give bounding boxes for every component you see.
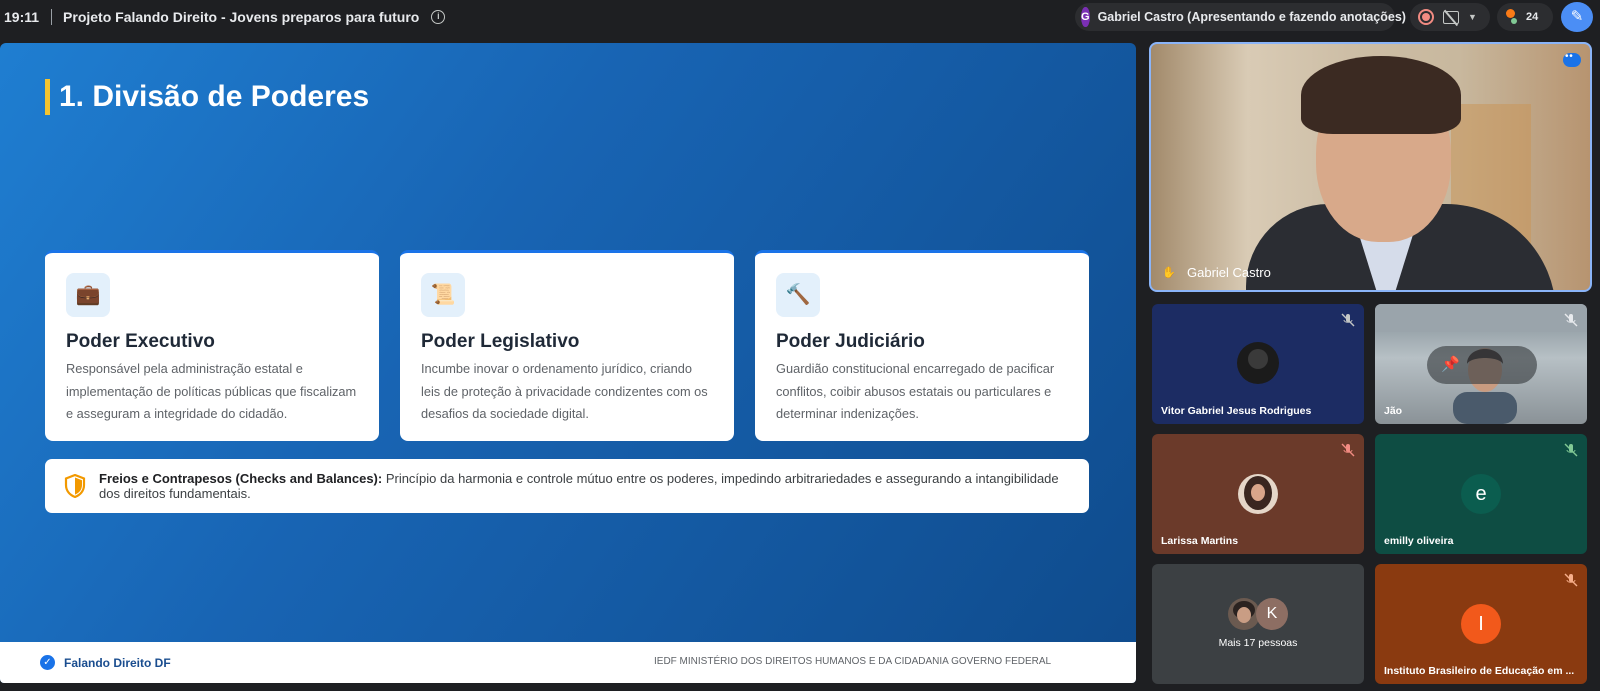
mic-off-icon bbox=[1564, 313, 1578, 327]
info-icon[interactable]: i bbox=[431, 10, 446, 24]
check-circle-icon: ✓ bbox=[40, 655, 55, 670]
presentation-slide: 1. Divisão de Poderes 💼 Poder Executivo … bbox=[0, 43, 1136, 683]
card-title: Poder Legislativo bbox=[421, 331, 580, 352]
meeting-title: Projeto Falando Direito - Jovens preparo… bbox=[63, 9, 420, 25]
card-text: Responsável pela administração estatal e… bbox=[66, 361, 357, 421]
speaker-video-tile[interactable]: ✋ Gabriel Castro bbox=[1149, 42, 1592, 292]
participant-name: Gabriel Castro bbox=[1187, 265, 1271, 280]
presenter-label: Gabriel Castro (Apresentando e fazendo a… bbox=[1097, 10, 1406, 24]
record-icon[interactable] bbox=[1418, 9, 1434, 25]
clock: 19:11 bbox=[4, 9, 40, 25]
participant-name: Mais 17 pessoas bbox=[1218, 637, 1298, 649]
footer-brand: Falando Direito DF bbox=[64, 655, 171, 670]
speaker-hair bbox=[1301, 56, 1461, 134]
card-text: Incumbe inovar o ordenamento jurídico, c… bbox=[421, 361, 708, 421]
avatar: e bbox=[1461, 474, 1501, 514]
presenter-avatar: G bbox=[1081, 7, 1090, 27]
camera-off-icon[interactable] bbox=[1443, 10, 1459, 24]
recording-controls[interactable]: ▼ bbox=[1410, 3, 1490, 31]
slide-footer: ✓ Falando Direito DF IEDF MINISTÉRIO DOS… bbox=[0, 642, 1136, 683]
checks-and-balances-box: Freios e Contrapesos (Checks and Balance… bbox=[45, 459, 1089, 513]
scroll-icon: 📜 bbox=[421, 273, 465, 317]
participant-tile[interactable]: Vitor Gabriel Jesus Rodrigues bbox=[1152, 304, 1364, 424]
chevron-down-icon[interactable]: ▼ bbox=[1468, 12, 1477, 22]
hand-icon: ✋ bbox=[1162, 267, 1176, 279]
card-title: Poder Executivo bbox=[66, 331, 215, 352]
presenter-indicator[interactable]: G Gabriel Castro (Apresentando e fazendo… bbox=[1075, 3, 1406, 31]
speaking-indicator-icon bbox=[1563, 51, 1581, 67]
divider bbox=[51, 9, 53, 25]
mic-off-icon bbox=[1341, 313, 1355, 327]
card-text: Guardião constitucional encarregado de p… bbox=[776, 361, 1055, 421]
briefcase-icon: 💼 bbox=[66, 273, 110, 317]
shield-icon bbox=[64, 474, 86, 498]
people-icon bbox=[1505, 9, 1519, 25]
checks-title: Freios e Contrapesos (Checks and Balance… bbox=[99, 471, 383, 486]
card-poder-executivo: 💼 Poder Executivo Responsável pela admin… bbox=[45, 250, 379, 441]
annotation-pen-button[interactable]: ✎ bbox=[1561, 2, 1593, 32]
pin-overlay[interactable]: 📌 bbox=[1427, 346, 1537, 384]
participant-name: Jão bbox=[1384, 405, 1403, 417]
participant-name: Vitor Gabriel Jesus Rodrigues bbox=[1161, 405, 1312, 417]
avatar: K bbox=[1256, 598, 1288, 630]
gavel-icon: 🔨 bbox=[776, 273, 820, 317]
participant-tile[interactable]: I Instituto Brasileiro de Educação em ..… bbox=[1375, 564, 1587, 684]
card-poder-judiciario: 🔨 Poder Judiciário Guardião constitucion… bbox=[755, 250, 1089, 441]
card-poder-legislativo: 📜 Poder Legislativo Incumbe inovar o ord… bbox=[400, 250, 734, 441]
avatar bbox=[1237, 342, 1279, 384]
mic-off-icon bbox=[1564, 443, 1578, 457]
participant-tile[interactable]: Larissa Martins bbox=[1152, 434, 1364, 554]
mic-off-icon bbox=[1564, 573, 1578, 587]
avatar: I bbox=[1461, 604, 1501, 644]
footer-institutions: IEDF MINISTÉRIO DOS DIREITOS HUMANOS E D… bbox=[654, 656, 1052, 667]
meeting-topbar: 19:11 Projeto Falando Direito - Jovens p… bbox=[0, 0, 1600, 34]
more-participants-tile[interactable]: K Mais 17 pessoas bbox=[1152, 564, 1364, 684]
card-title: Poder Judiciário bbox=[776, 331, 925, 352]
ceiling bbox=[1375, 304, 1587, 332]
participant-tile[interactable]: e emilly oliveira bbox=[1375, 434, 1587, 554]
participant-name: Larissa Martins bbox=[1161, 535, 1239, 547]
participants-button[interactable]: 24 bbox=[1497, 3, 1553, 31]
participant-tile[interactable]: 📌 Jão bbox=[1375, 304, 1587, 424]
slide-title: 1. Divisão de Poderes bbox=[45, 79, 369, 115]
pin-icon[interactable]: 📌 bbox=[1441, 355, 1460, 373]
participant-count: 24 bbox=[1526, 11, 1539, 23]
avatar bbox=[1238, 474, 1278, 514]
participant-name: Instituto Brasileiro de Educação em ... bbox=[1384, 665, 1575, 677]
mic-off-icon bbox=[1341, 443, 1355, 457]
participant-name: emilly oliveira bbox=[1384, 535, 1454, 547]
